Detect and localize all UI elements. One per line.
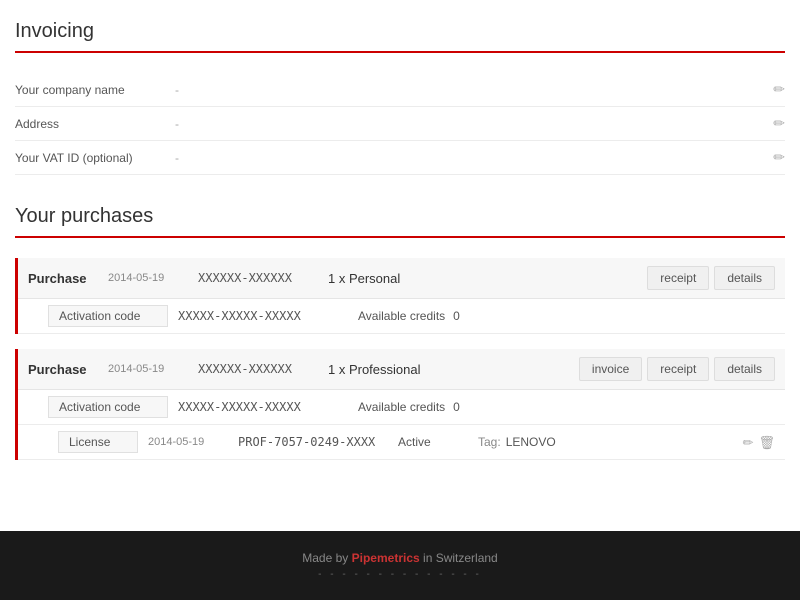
btn-details-0[interactable]: details xyxy=(714,266,775,290)
purchases-section: Your purchases Purchase 2014-05-19 XXXXX… xyxy=(15,205,785,460)
purchase-label-0: Purchase xyxy=(28,271,108,286)
license-code-1: PROF-7057-0249-XXXX xyxy=(238,435,388,449)
btn-receipt-1[interactable]: receipt xyxy=(647,357,709,381)
credits-label-0: Available credits xyxy=(358,309,445,323)
field-edit-icon-1[interactable]: ✏ xyxy=(773,115,785,132)
btn-details-1[interactable]: details xyxy=(714,357,775,381)
purchase-block-1: Purchase 2014-05-19 XXXXXX-XXXXXX 1 x Pr… xyxy=(15,349,785,460)
field-value-1: - xyxy=(175,117,773,131)
btn-receipt-0[interactable]: receipt xyxy=(647,266,709,290)
invoicing-field-2: Your VAT ID (optional) - ✏ xyxy=(15,141,785,175)
footer: Made by Pipemetrics in Switzerland - - -… xyxy=(0,531,800,600)
footer-text: Made by xyxy=(302,551,348,565)
invoicing-title: Invoicing xyxy=(15,20,785,53)
purchase-actions-1: invoicereceiptdetails xyxy=(579,357,775,381)
purchase-date-0: 2014-05-19 xyxy=(108,272,198,284)
purchase-date-1: 2014-05-19 xyxy=(108,363,198,375)
field-value-2: - xyxy=(175,151,773,165)
field-edit-icon-0[interactable]: ✏ xyxy=(773,81,785,98)
purchase-row-1: Purchase 2014-05-19 XXXXXX-XXXXXX 1 x Pr… xyxy=(18,349,785,390)
purchase-code-1: XXXXXX-XXXXXX xyxy=(198,362,328,376)
license-status-1: Active xyxy=(398,435,478,449)
activation-label-1: Activation code xyxy=(48,396,168,418)
license-edit-icon-1[interactable] xyxy=(743,434,754,451)
btn-invoice-1[interactable]: invoice xyxy=(579,357,642,381)
field-label-2: Your VAT ID (optional) xyxy=(15,151,175,165)
purchase-label-1: Purchase xyxy=(28,362,108,377)
license-tag-label-1: Tag: xyxy=(478,435,501,449)
purchase-product-1: 1 x Professional xyxy=(328,362,579,377)
purchase-actions-0: receiptdetails xyxy=(647,266,775,290)
invoicing-field-1: Address - ✏ xyxy=(15,107,785,141)
footer-dots: - - - - - - - - - - - - - - xyxy=(20,569,780,580)
purchase-block-0: Purchase 2014-05-19 XXXXXX-XXXXXX 1 x Pe… xyxy=(15,258,785,334)
credits-value-1: 0 xyxy=(453,400,460,414)
credits-label-1: Available credits xyxy=(358,400,445,414)
field-label-1: Address xyxy=(15,117,175,131)
license-label-1: License xyxy=(58,431,138,453)
purchases-list: Purchase 2014-05-19 XXXXXX-XXXXXX 1 x Pe… xyxy=(15,258,785,460)
license-row-1: License 2014-05-19 PROF-7057-0249-XXXX A… xyxy=(18,425,785,460)
activation-row-0: Activation code XXXXX-XXXXX-XXXXX Availa… xyxy=(18,299,785,334)
license-actions-1 xyxy=(743,434,775,451)
activation-label-0: Activation code xyxy=(48,305,168,327)
purchase-row-0: Purchase 2014-05-19 XXXXXX-XXXXXX 1 x Pe… xyxy=(18,258,785,299)
footer-suffix: in Switzerland xyxy=(423,551,498,565)
invoicing-field-0: Your company name - ✏ xyxy=(15,73,785,107)
purchase-code-0: XXXXXX-XXXXXX xyxy=(198,271,328,285)
activation-row-1: Activation code XXXXX-XXXXX-XXXXX Availa… xyxy=(18,390,785,425)
credits-value-0: 0 xyxy=(453,309,460,323)
field-value-0: - xyxy=(175,83,773,97)
license-tag-value-1: LENOVO xyxy=(506,435,743,449)
footer-brand[interactable]: Pipemetrics xyxy=(352,551,420,565)
license-date-1: 2014-05-19 xyxy=(148,436,228,448)
field-edit-icon-2[interactable]: ✏ xyxy=(773,149,785,166)
purchases-title: Your purchases xyxy=(15,205,785,238)
invoicing-section: Invoicing Your company name - ✏ Address … xyxy=(15,20,785,175)
invoicing-fields: Your company name - ✏ Address - ✏ Your V… xyxy=(15,73,785,175)
field-label-0: Your company name xyxy=(15,83,175,97)
license-delete-icon-1[interactable] xyxy=(758,434,775,451)
purchase-product-0: 1 x Personal xyxy=(328,271,647,286)
activation-code-0: XXXXX-XXXXX-XXXXX xyxy=(178,309,358,323)
activation-code-1: XXXXX-XXXXX-XXXXX xyxy=(178,400,358,414)
